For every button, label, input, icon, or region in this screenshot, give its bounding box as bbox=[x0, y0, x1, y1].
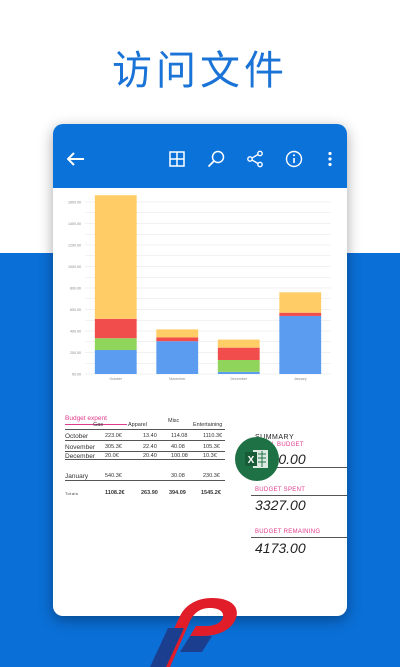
bar-segment bbox=[94, 338, 137, 351]
header-entertaining: Entertaining bbox=[193, 422, 223, 428]
info-icon[interactable] bbox=[283, 148, 305, 170]
y-tick-label: 600.00 bbox=[70, 308, 81, 312]
totals-label: Totals bbox=[65, 491, 79, 496]
summary-divider bbox=[251, 495, 347, 496]
row-divider bbox=[65, 440, 225, 441]
row-cell: 305.3€ bbox=[105, 444, 122, 450]
bar-segment bbox=[279, 315, 322, 374]
row-month: November bbox=[65, 444, 95, 451]
excel-icon: X bbox=[245, 450, 268, 468]
stacked-bar-chart: 1600.00 1400.00 1200.00 1000.00 800.00 600.00… bbox=[68, 195, 331, 381]
budget-spent-value: 3327.00 bbox=[255, 497, 306, 513]
row-cell: 114.08 bbox=[171, 433, 188, 439]
y-tick-label: 1000.00 bbox=[68, 265, 81, 269]
budget-remaining-value: 4173.00 bbox=[255, 540, 306, 556]
phone-screen-card: 1600.00 1400.00 1200.00 1000.00 800.00 600.00… bbox=[53, 124, 347, 616]
header-gas: Gas bbox=[93, 422, 104, 428]
y-tick-label: 800.00 bbox=[70, 287, 81, 291]
bar-segment bbox=[156, 329, 199, 338]
row-cell: 540.3€ bbox=[105, 473, 122, 479]
back-arrow-icon[interactable] bbox=[65, 148, 87, 170]
total-cell: 263.90 bbox=[141, 490, 158, 496]
y-tick-label: 200.00 bbox=[70, 351, 81, 355]
row-cell: 13.40 bbox=[143, 433, 157, 439]
bar-segment bbox=[94, 318, 137, 339]
sheet-title: Budget expent bbox=[65, 415, 107, 422]
excel-app-badge[interactable]: X bbox=[235, 437, 279, 481]
bar-segment bbox=[94, 195, 137, 319]
row-month: January bbox=[65, 473, 89, 480]
x-tick-label: January bbox=[294, 377, 307, 381]
bar-segment bbox=[156, 341, 199, 374]
bar-segment bbox=[217, 347, 260, 361]
bar-segment bbox=[279, 312, 322, 316]
excel-letter: X bbox=[248, 455, 255, 466]
row-month: October bbox=[65, 433, 89, 440]
app-toolbar bbox=[53, 124, 347, 188]
grid-icon[interactable] bbox=[166, 148, 188, 170]
row-cell: 230.3€ bbox=[203, 473, 220, 479]
hero-title: 访问文件 bbox=[112, 48, 288, 94]
total-cell: 394.09 bbox=[169, 490, 186, 496]
budget-spent-label: BUDGET SPENT bbox=[255, 487, 306, 493]
row-cell: 223.0€ bbox=[105, 433, 122, 439]
header-divider bbox=[65, 429, 225, 430]
x-tick-label: November bbox=[169, 377, 186, 381]
header-apparel: Apparel bbox=[128, 422, 147, 428]
row-divider bbox=[65, 459, 225, 460]
row-divider bbox=[65, 451, 225, 452]
y-tick-label: 1600.00 bbox=[68, 201, 81, 205]
budget-remaining-label: BUDGET REMAINING bbox=[255, 529, 321, 535]
bar-segment bbox=[156, 337, 199, 342]
y-tick-label: 1400.00 bbox=[68, 222, 81, 226]
watermark-logo-icon bbox=[150, 598, 237, 667]
x-tick-label: December bbox=[230, 377, 247, 381]
x-tick-label: October bbox=[109, 377, 123, 381]
row-cell: 105.3€ bbox=[203, 444, 220, 450]
spreadsheet-preview: Budget expent Gas Apparel Misc Entertain… bbox=[53, 407, 347, 616]
summary-divider bbox=[251, 537, 347, 538]
search-icon[interactable] bbox=[205, 148, 227, 170]
y-tick-label: 50.00 bbox=[72, 373, 81, 377]
row-divider bbox=[65, 480, 225, 481]
share-icon[interactable] bbox=[244, 148, 266, 170]
more-vertical-icon[interactable] bbox=[319, 148, 341, 170]
bar-segment bbox=[279, 292, 322, 313]
bar-segment bbox=[94, 350, 137, 374]
header-misc: Misc bbox=[168, 418, 180, 424]
total-cell: 1545.2€ bbox=[201, 490, 221, 496]
row-cell: 30.08 bbox=[171, 473, 185, 479]
bar-segment bbox=[217, 360, 260, 372]
bar-segment bbox=[217, 339, 260, 348]
row-cell: 22.40 bbox=[143, 444, 157, 450]
row-cell: 40.08 bbox=[171, 444, 185, 450]
row-cell: 1110.3€ bbox=[203, 433, 223, 439]
y-tick-label: 1200.00 bbox=[68, 244, 81, 248]
bar-segment bbox=[217, 371, 260, 374]
y-tick-label: 400.00 bbox=[70, 330, 81, 334]
total-cell: 1108.2€ bbox=[105, 490, 125, 496]
